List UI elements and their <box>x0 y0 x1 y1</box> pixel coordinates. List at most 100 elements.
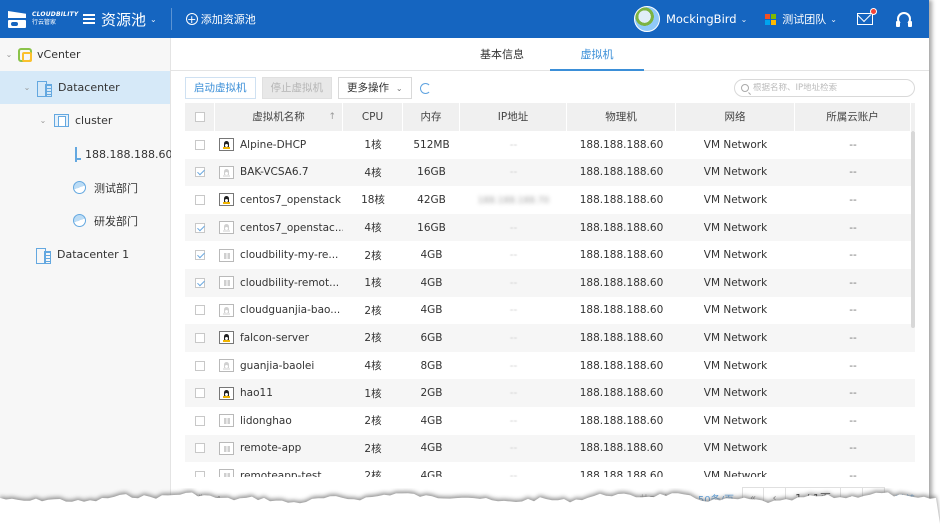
tree-item-cluster[interactable]: ⌄ cluster <box>0 104 170 137</box>
column-header-name[interactable]: 虚拟机名称 ↑ <box>215 103 343 131</box>
cloud-account-cell: -- <box>849 221 857 234</box>
cloudbility-logo[interactable]: CLOUDBILITY 行云管家 <box>0 0 80 38</box>
vm-name-cell[interactable]: Alpine-DHCP <box>215 138 343 152</box>
cloud-account-cell: -- <box>849 193 857 206</box>
vm-name[interactable]: remote-app <box>240 442 301 454</box>
hamburger-menu-icon[interactable] <box>83 14 95 24</box>
user-menu[interactable]: MockingBird ⌄ <box>666 12 747 26</box>
tree-item-host[interactable]: 188.188.188.60 <box>0 138 172 171</box>
network-cell: VM Network <box>703 221 768 234</box>
table-row[interactable]: cloudbility-remot... 1核 4GB -- 188.188.188.6… <box>185 268 915 297</box>
vm-name-cell[interactable]: cloudbility-remot... <box>215 276 343 290</box>
vm-search-box[interactable] <box>734 79 915 97</box>
row-checkbox[interactable] <box>195 222 205 233</box>
vm-name[interactable]: BAK-VCSA6.7 <box>240 166 309 178</box>
tree-item-vcenter[interactable]: ⌄ vCenter <box>0 38 170 71</box>
user-avatar[interactable] <box>633 6 660 32</box>
vm-search-input[interactable] <box>753 83 903 93</box>
table-row[interactable]: lidonghao 2核 4GB -- 188.188.188.60 VM Network… <box>185 407 915 435</box>
vm-name-cell[interactable]: cloudbility-my-re... <box>215 248 343 262</box>
column-header-cpu[interactable]: CPU <box>343 103 403 131</box>
table-row[interactable]: centos7_openstack 18核 42GB 188.188.188.70 18… <box>185 186 915 214</box>
tree-item-resource-pool-dev[interactable]: 研发部门 <box>0 204 170 237</box>
mail-icon[interactable] <box>857 8 877 25</box>
cpu-cell: 1核 <box>364 139 382 152</box>
vm-name[interactable]: hao11 <box>240 387 273 399</box>
column-header-memory[interactable]: 内存 <box>403 103 460 131</box>
row-checkbox[interactable] <box>195 194 205 205</box>
team-menu[interactable]: 测试团队 ⌄ <box>765 11 837 27</box>
table-scrollbar[interactable] <box>911 131 915 328</box>
linux-vm-icon <box>219 359 234 373</box>
table-row[interactable]: hao11 1核 2GB -- 188.188.188.60 VM Network -- <box>185 379 915 407</box>
sort-ascending-icon[interactable]: ↑ <box>328 103 336 131</box>
vm-name-cell[interactable]: remote-app <box>215 441 343 455</box>
row-checkbox[interactable] <box>195 250 205 261</box>
vm-name[interactable]: remoteapp-test <box>240 470 322 477</box>
vm-name[interactable]: centos7_openstack <box>240 194 341 206</box>
row-checkbox[interactable] <box>195 139 205 150</box>
support-headset-icon[interactable] <box>896 12 912 27</box>
vm-name-cell[interactable]: falcon-server <box>215 331 343 345</box>
vm-name[interactable]: falcon-server <box>240 332 309 344</box>
vm-name[interactable]: lidonghao <box>240 415 292 427</box>
memory-cell: 16GB <box>417 221 446 234</box>
refresh-icon[interactable] <box>419 82 431 94</box>
network-cell: VM Network <box>703 387 768 400</box>
row-checkbox[interactable] <box>195 332 205 343</box>
tree-item-datacenter[interactable]: ⌄ Datacenter <box>0 71 170 104</box>
table-row[interactable]: cloudbility-my-re... 2核 4GB -- 188.188.188.6… <box>185 241 915 269</box>
chevron-down-icon[interactable]: ⌄ <box>38 116 48 125</box>
tree-item-resource-pool-test[interactable]: 测试部门 <box>0 171 170 204</box>
resource-pool-dropdown[interactable]: 资源池 ⌄ <box>101 9 157 30</box>
row-checkbox[interactable] <box>195 443 205 454</box>
ip-address: -- <box>509 387 518 400</box>
table-row[interactable]: guanjia-baolei 4核 8GB -- 188.188.188.60 VM Ne… <box>185 352 915 380</box>
vm-name[interactable]: cloudbility-remot... <box>240 277 339 289</box>
memory-cell: 16GB <box>417 166 446 179</box>
table-row[interactable]: remoteapp-test 2核 4GB -- 188.188.188.60 VM Ne… <box>185 462 915 477</box>
add-resource-pool-button[interactable]: + 添加资源池 <box>185 11 256 27</box>
more-actions-dropdown[interactable]: 更多操作 ⌄ <box>338 77 412 99</box>
vm-name-cell[interactable]: lidonghao <box>215 414 343 428</box>
network-cell: VM Network <box>703 414 768 427</box>
row-checkbox[interactable] <box>195 277 205 288</box>
vm-name[interactable]: centos7_openstac... <box>240 222 343 234</box>
table-row[interactable]: Alpine-DHCP 1核 512MB -- 188.188.188.60 VM Net… <box>185 131 915 159</box>
row-checkbox[interactable] <box>195 360 205 371</box>
table-row[interactable]: BAK-VCSA6.7 4核 16GB -- 188.188.188.60 VM Netw… <box>185 158 915 187</box>
vm-name-cell[interactable]: guanjia-baolei <box>215 359 343 373</box>
row-checkbox[interactable] <box>195 167 205 178</box>
column-header-ip[interactable]: IP地址 <box>460 103 567 131</box>
vm-name[interactable]: cloudguanjia-bao... <box>240 304 340 316</box>
vm-name-cell[interactable]: BAK-VCSA6.7 <box>215 165 343 179</box>
tab-virtual-machines[interactable]: 虚拟机 <box>550 38 644 71</box>
select-all-checkbox[interactable] <box>194 112 205 122</box>
column-header-network[interactable]: 网络 <box>676 103 795 131</box>
row-checkbox[interactable] <box>195 388 205 399</box>
vm-name[interactable]: cloudbility-my-re... <box>240 249 338 261</box>
vm-name-cell[interactable]: remoteapp-test <box>215 469 343 477</box>
row-checkbox[interactable] <box>195 470 205 477</box>
stop-vm-button[interactable]: 停止虚拟机 <box>261 77 332 99</box>
table-row[interactable]: falcon-server 2核 6GB -- 188.188.188.60 VM Net… <box>185 324 915 352</box>
chevron-down-icon[interactable]: ⌄ <box>4 50 14 59</box>
vm-name[interactable]: Alpine-DHCP <box>240 139 306 151</box>
row-checkbox[interactable] <box>195 415 205 426</box>
vm-name[interactable]: guanjia-baolei <box>240 360 314 372</box>
row-select-cell <box>185 470 215 477</box>
vm-name-cell[interactable]: centos7_openstack <box>215 193 343 207</box>
tree-item-datacenter-1[interactable]: Datacenter 1 <box>0 238 170 271</box>
column-header-host[interactable]: 物理机 <box>567 103 676 131</box>
chevron-down-icon[interactable]: ⌄ <box>22 83 32 92</box>
vm-name-cell[interactable]: centos7_openstac... <box>215 221 343 235</box>
table-row[interactable]: remote-app 2核 4GB -- 188.188.188.60 VM Networ… <box>185 434 915 463</box>
column-header-cloud-account[interactable]: 所属云账户 <box>795 103 911 131</box>
row-checkbox[interactable] <box>195 305 205 316</box>
vm-name-cell[interactable]: cloudguanjia-bao... <box>215 303 343 317</box>
table-row[interactable]: centos7_openstac... 4核 16GB -- 188.188.188.6… <box>185 213 915 242</box>
vm-name-cell[interactable]: hao11 <box>215 386 343 400</box>
start-vm-button[interactable]: 启动虚拟机 <box>185 77 256 99</box>
table-row[interactable]: cloudguanjia-bao... 2核 4GB -- 188.188.188.60… <box>185 297 915 325</box>
tab-basic-info[interactable]: 基本信息 <box>463 38 541 71</box>
